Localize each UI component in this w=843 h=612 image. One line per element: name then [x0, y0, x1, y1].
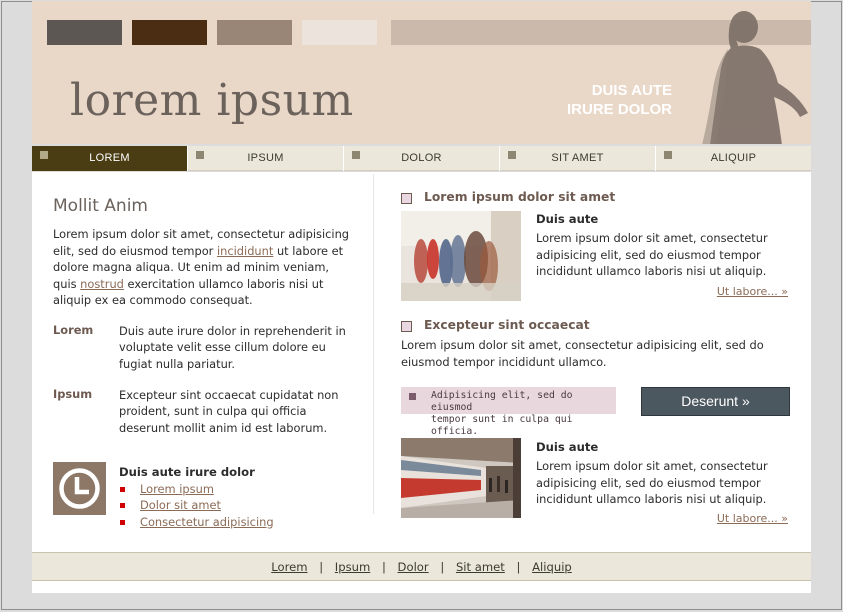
nav-item-ipsum[interactable]: IPSUM [188, 146, 344, 171]
link-list: Lorem ipsum Dolor sit amet Consectetur a… [119, 481, 359, 530]
nav-item-lorem[interactable]: LOREM [32, 146, 188, 171]
footer-separator: | [381, 560, 386, 574]
color-swatch-1 [47, 20, 122, 45]
definition-desc: Duis aute irure dolor in reprehenderit i… [119, 323, 346, 371]
color-swatch-4 [302, 20, 377, 45]
footer-separator: | [319, 560, 324, 574]
nav-label: ALIQUIP [710, 152, 757, 164]
link-list-block: Duis aute irure dolor Lorem ipsum Dolor … [119, 465, 359, 530]
read-more-link[interactable]: Ut labore... » [717, 285, 788, 298]
nav-item-sit-amet[interactable]: SIT AMET [500, 146, 656, 171]
left-column: Mollit Anim Lorem ipsum dolor sit amet, … [53, 196, 353, 529]
woman-silhouette-image [702, 11, 808, 144]
footer-separator: | [516, 560, 521, 574]
section-2-text: Lorem ipsum dolor sit amet, consectetur … [401, 338, 764, 369]
color-swatch-3 [217, 20, 292, 45]
site-logo[interactable]: lorem ipsum [70, 75, 354, 126]
color-swatch-2 [132, 20, 207, 45]
slogan-line-1: DUIS AUTE [591, 82, 672, 99]
bottom-strip [32, 581, 811, 593]
nav-item-dolor[interactable]: DOLOR [344, 146, 500, 171]
footer-nav: Lorem | Ipsum | Dolor | Sit amet | Aliqu… [32, 552, 811, 581]
note-box: Adipisicing elit, sed do eiusmod tempor … [401, 387, 616, 437]
nav-label: LOREM [89, 152, 130, 164]
main-content: Mollit Anim Lorem ipsum dolor sit amet, … [32, 172, 811, 552]
section-heading-1: Lorem ipsum dolor sit amet [401, 190, 791, 207]
link-consectetur[interactable]: Consectetur adipisicing [140, 515, 274, 529]
nav-square-icon [352, 151, 360, 159]
definition-term: Lorem [53, 322, 94, 337]
section-title: Mollit Anim [53, 196, 148, 216]
article-text: Lorem ipsum dolor sit amet, consectetur … [536, 231, 768, 278]
site-header: lorem ipsum DUIS AUTE IRURE DOLOR [32, 1, 811, 144]
crowd-photo [401, 211, 521, 301]
nav-square-icon [196, 151, 204, 159]
list-item: Consectetur adipisicing [119, 514, 359, 530]
nav-item-aliquip[interactable]: ALIQUIP [656, 146, 811, 171]
article-2: Duis aute Lorem ipsum dolor sit amet, co… [536, 440, 791, 508]
nav-label: DOLOR [401, 152, 442, 164]
link-dolor-sit-amet[interactable]: Dolor sit amet [140, 498, 221, 512]
article-heading: Duis aute [536, 440, 599, 454]
definition-item: Ipsum Excepteur sint occaecat cupidatat … [53, 387, 353, 437]
footer-separator: | [440, 560, 445, 574]
nostrud-link[interactable]: nostrud [80, 277, 124, 291]
article-1: Duis aute Lorem ipsum dolor sit amet, co… [536, 212, 791, 280]
note-line-2: tempor sunt in culpa qui officia. [431, 414, 573, 437]
footer-link-ipsum[interactable]: Ipsum [335, 560, 370, 574]
list-item: Lorem ipsum [119, 481, 359, 497]
nav-square-icon [508, 151, 516, 159]
right-column: Lorem ipsum dolor sit amet Duis aute Lor… [401, 190, 791, 525]
nav-square-icon [40, 151, 48, 159]
note-line-1: Adipisicing elit, sed do eiusmod [431, 390, 573, 413]
link-lorem-ipsum[interactable]: Lorem ipsum [140, 482, 214, 496]
intro-paragraph: Lorem ipsum dolor sit amet, consectetur … [53, 226, 353, 309]
square-bullet-icon [409, 393, 416, 400]
article-heading: Duis aute [536, 212, 599, 226]
read-more-link[interactable]: Ut labore... » [717, 512, 788, 525]
list-item: Dolor sit amet [119, 497, 359, 513]
checkbox-square-icon [401, 193, 412, 204]
clock-icon [53, 462, 106, 515]
header-slogan: DUIS AUTE IRURE DOLOR [567, 81, 672, 119]
link-list-title: Duis aute irure dolor [119, 465, 255, 479]
slogan-line-2: IRURE DOLOR [567, 101, 672, 118]
section-heading-2: Excepteur sint occaecat [401, 318, 791, 335]
nav-square-icon [664, 151, 672, 159]
nav-label: SIT AMET [551, 152, 604, 164]
definition-term: Ipsum [53, 386, 93, 401]
footer-link-lorem[interactable]: Lorem [271, 560, 307, 574]
column-divider [373, 174, 374, 514]
incididunt-link[interactable]: incididunt [217, 244, 273, 258]
nav-label: IPSUM [247, 152, 284, 164]
checkbox-square-icon [401, 321, 412, 332]
article-text: Lorem ipsum dolor sit amet, consectetur … [536, 459, 768, 506]
definition-item: Lorem Duis aute irure dolor in reprehend… [53, 323, 353, 373]
main-nav: LOREM IPSUM DOLOR SIT AMET ALIQUIP [32, 146, 811, 171]
definition-desc: Excepteur sint occaecat cupidatat non pr… [119, 387, 339, 435]
section-heading-text: Excepteur sint occaecat [424, 318, 590, 332]
deserunt-button[interactable]: Deserunt » [641, 387, 790, 416]
footer-link-dolor[interactable]: Dolor [398, 560, 429, 574]
footer-link-aliquip[interactable]: Aliquip [532, 560, 572, 574]
footer-link-sit-amet[interactable]: Sit amet [456, 560, 505, 574]
section-heading-text: Lorem ipsum dolor sit amet [424, 190, 616, 204]
train-photo [401, 438, 521, 528]
